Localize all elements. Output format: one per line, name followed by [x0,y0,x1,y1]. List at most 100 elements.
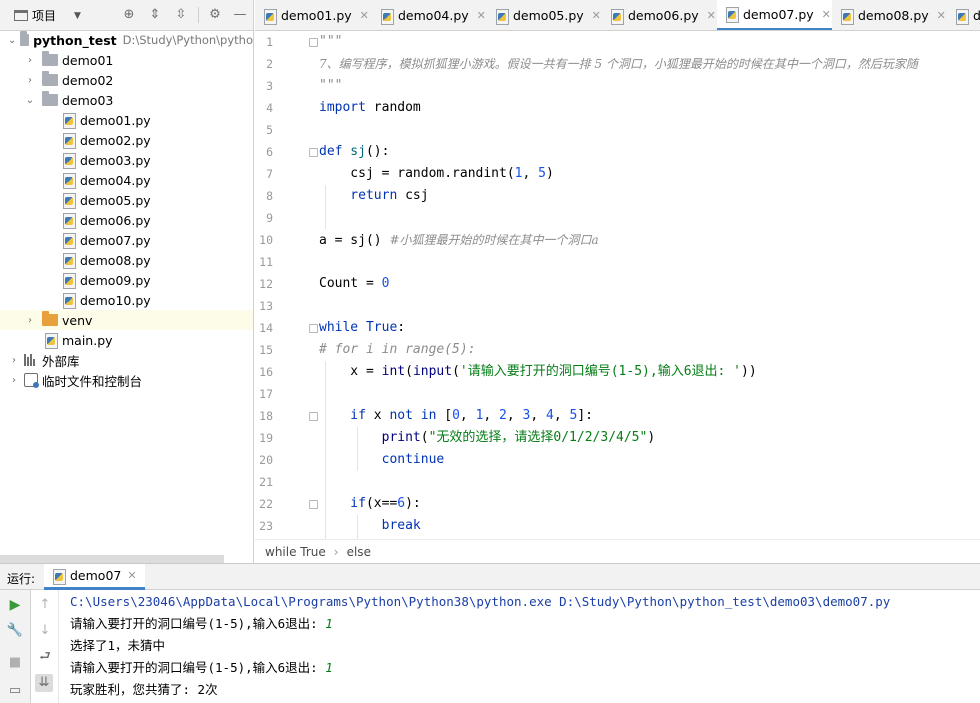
file-label: demo08.py [80,252,151,268]
minimize-icon[interactable]: — [231,6,249,24]
close-icon[interactable]: ✕ [937,9,946,22]
fold-marker-icon[interactable] [309,412,318,421]
project-panel: 项目 ▼ ⊕ ⇕ ⇳ ⚙ — ⌄ python_test D:\Study\Py… [0,0,254,563]
tree-file-demo05[interactable]: demo05.py [0,190,253,210]
python-file-icon [52,568,66,585]
close-icon[interactable]: ✕ [592,9,601,22]
arrow-down-icon[interactable]: ↓ [36,622,54,640]
folder-icon [42,311,58,326]
rerun-icon[interactable]: ▶ [6,596,24,614]
expand-all-icon[interactable]: ⇕ [146,6,164,24]
tab-demo07[interactable]: demo07.py ✕ [717,0,832,30]
root-folder-name: python_test [33,32,117,48]
line-number: 23 [259,519,273,533]
line-number: 2 [266,57,273,71]
folder-label: demo02 [62,72,114,88]
tree-file-demo03[interactable]: demo03.py [0,150,253,170]
chevron-right-icon[interactable]: › [8,355,20,366]
tree-folder-demo02[interactable]: › demo02 [0,70,253,90]
tree-file-main[interactable]: main.py [0,330,253,350]
layout-icon[interactable]: ▭ [6,682,24,700]
run-tab-label: demo07 [70,568,122,583]
tree-file-demo08[interactable]: demo08.py [0,250,253,270]
python-file-icon [62,113,76,129]
python-file-icon [263,8,277,25]
tab-demo01[interactable]: demo01.py ✕ [255,0,370,30]
fold-marker-icon[interactable] [309,148,318,157]
soft-wrap-icon[interactable]: ⮐ [36,648,54,666]
python-file-icon [62,133,76,149]
line-number: 21 [259,475,273,489]
chevron-down-icon[interactable]: ⌄ [24,95,36,106]
arrow-up-icon[interactable]: ↑ [36,596,54,614]
tab-d[interactable]: d [947,0,980,30]
code-line-1: """ [319,34,343,49]
line-number: 20 [259,453,273,467]
wrench-icon[interactable]: 🔧 [6,622,24,640]
code-line-19: print("无效的选择，请选择0/1/2/3/4/5") [319,430,656,445]
close-icon[interactable]: ✕ [477,9,486,22]
close-icon[interactable]: ✕ [707,9,716,22]
collapse-all-icon[interactable]: ⇳ [172,6,190,24]
line-number: 19 [259,431,273,445]
chevron-down-icon[interactable]: ⌄ [8,35,16,46]
stop-icon[interactable]: ■ [6,654,24,672]
code-editor[interactable]: 1 2 3 4 5 6 7 8 9 10 11 12 13 14 15 16 17 18 19 20 21 22 23 ""… [255,31,980,539]
breadcrumb-item[interactable]: while True [265,545,326,559]
root-folder-path: D:\Study\Python\pytho [122,33,253,47]
run-tab-demo07[interactable]: demo07 ✕ [44,564,145,590]
code-line-4: import random [319,100,421,115]
console-output[interactable]: C:\Users\23046\AppData\Local\Programs\Py… [60,590,980,703]
python-file-icon [62,233,76,249]
tree-root[interactable]: ⌄ python_test D:\Study\Python\pytho [0,30,253,50]
tree-folder-demo03[interactable]: ⌄ demo03 [0,90,253,110]
tree-file-demo06[interactable]: demo06.py [0,210,253,230]
chevron-right-icon[interactable]: › [24,55,36,66]
python-file-icon [62,253,76,269]
tree-folder-demo01[interactable]: › demo01 [0,50,253,70]
line-number: 5 [266,123,273,137]
file-label: demo02.py [80,132,151,148]
tree-file-demo02[interactable]: demo02.py [0,130,253,150]
gear-icon[interactable]: ⚙ [206,6,224,24]
line-number: 22 [259,497,273,511]
tree-file-demo09[interactable]: demo09.py [0,270,253,290]
tree-file-demo07[interactable]: demo07.py [0,230,253,250]
folder-label: demo01 [62,52,114,68]
breadcrumb: while True › else [255,539,980,563]
tree-scratches[interactable]: › 临时文件和控制台 [0,370,253,390]
tree-folder-venv[interactable]: › venv [0,310,253,330]
tab-demo06[interactable]: demo06.py ✕ [602,0,717,30]
close-icon[interactable]: ✕ [360,9,369,22]
tree-file-demo10[interactable]: demo10.py [0,290,253,310]
tab-demo04[interactable]: demo04.py ✕ [372,0,487,30]
close-icon[interactable]: ✕ [822,8,831,21]
fold-marker-icon[interactable] [309,38,318,47]
chevron-right-icon[interactable]: › [24,75,36,86]
tab-label: demo06.py [628,8,699,23]
code-line-20: continue [319,452,445,467]
horizontal-scrollbar[interactable] [0,555,224,563]
tree-external-libraries[interactable]: › 外部库 [0,350,253,370]
project-panel-header: 项目 ▼ ⊕ ⇕ ⇳ ⚙ — [0,0,253,31]
breadcrumb-item[interactable]: else [347,545,371,559]
line-number: 18 [259,409,273,423]
python-file-icon [610,8,624,25]
tab-demo05[interactable]: demo05.py ✕ [487,0,602,30]
scroll-to-end-icon[interactable]: ⇊ [35,674,53,692]
run-panel-header: 运行: demo07 ✕ [0,563,980,590]
tree-file-demo01[interactable]: demo01.py [0,110,253,130]
project-view-selector[interactable]: 项目 ▼ [14,7,81,24]
python-file-icon [62,153,76,169]
close-icon[interactable]: ✕ [127,569,136,582]
tab-demo08[interactable]: demo08.py ✕ [832,0,947,30]
code-line-16: x = int(input('请输入要打开的洞口编号(1-5),输入6退出: '… [319,364,757,379]
fold-marker-icon[interactable] [309,324,318,333]
toolbar-separator [198,7,199,23]
fold-marker-icon[interactable] [309,500,318,509]
tree-file-demo04[interactable]: demo04.py [0,170,253,190]
chevron-right-icon[interactable]: › [8,375,20,386]
code-line-10: a = sj() #小狐狸最开始的时候在其中一个洞口a [319,233,599,248]
locate-icon[interactable]: ⊕ [120,6,138,24]
chevron-right-icon[interactable]: › [24,315,36,326]
